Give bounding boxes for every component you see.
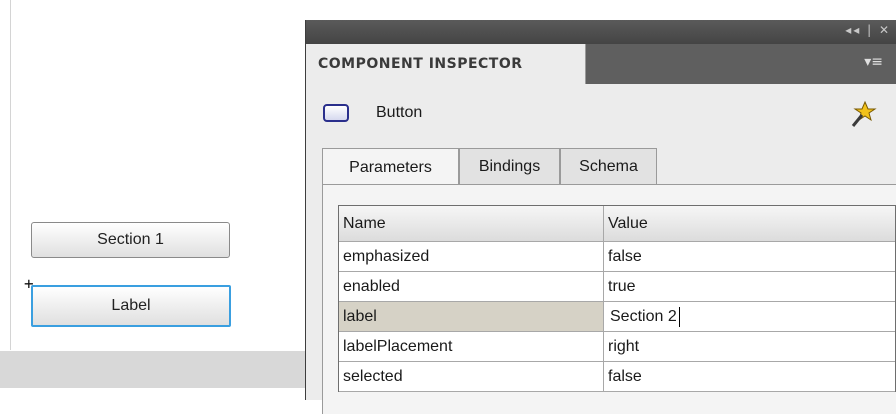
grid-header-row: Name Value xyxy=(339,206,895,242)
param-value[interactable]: right xyxy=(604,332,895,361)
tab-parameters[interactable]: Parameters xyxy=(322,148,459,186)
param-value[interactable]: true xyxy=(604,272,895,301)
param-name: selected xyxy=(339,362,604,391)
panel-titlebar[interactable]: ◂◂ | ✕ xyxy=(306,20,896,44)
table-row[interactable]: enabled true xyxy=(339,272,895,302)
panel-collapse-close-icons[interactable]: ◂◂ | ✕ xyxy=(845,23,891,37)
tab-schema[interactable]: Schema xyxy=(560,148,657,184)
label-value-input[interactable]: Section 2 xyxy=(608,302,895,331)
param-name: labelPlacement xyxy=(339,332,604,361)
text-caret xyxy=(678,306,680,327)
column-header-name[interactable]: Name xyxy=(339,206,604,241)
param-name: enabled xyxy=(339,272,604,301)
stage-button-section1[interactable]: Section 1 xyxy=(31,222,230,258)
panel-tabstrip: COMPONENT INSPECTOR ▾≡ xyxy=(306,44,896,84)
tab-bindings[interactable]: Bindings xyxy=(459,148,560,184)
column-header-value[interactable]: Value xyxy=(604,206,895,241)
stage-button-label: Section 1 xyxy=(97,231,164,248)
table-row[interactable]: emphasized false xyxy=(339,242,895,272)
behavior-wand-icon[interactable] xyxy=(849,100,877,128)
parameters-pane: Name Value emphasized false enabled true… xyxy=(322,184,896,414)
param-value[interactable]: false xyxy=(604,242,895,271)
table-row-selected[interactable]: label Section 2 xyxy=(339,302,895,332)
stage-button-selected[interactable]: Label xyxy=(31,285,231,327)
param-value-editor[interactable]: Section 2 xyxy=(604,302,895,331)
tab-component-inspector[interactable]: COMPONENT INSPECTOR xyxy=(306,44,586,84)
param-name: emphasized xyxy=(339,242,604,271)
component-name: Button xyxy=(376,104,423,121)
component-header: Button xyxy=(306,96,896,136)
stage-edge xyxy=(10,0,11,350)
param-value[interactable]: false xyxy=(604,362,895,391)
parameters-grid: Name Value emphasized false enabled true… xyxy=(338,205,896,392)
stage-button-label: Label xyxy=(111,297,151,314)
label-value-text: Section 2 xyxy=(610,307,677,325)
button-component-icon xyxy=(323,104,349,122)
component-inspector-panel: ◂◂ | ✕ COMPONENT INSPECTOR ▾≡ Button Par… xyxy=(305,20,896,414)
param-name: label xyxy=(339,302,604,331)
table-row[interactable]: labelPlacement right xyxy=(339,332,895,362)
panel-menu-icon[interactable]: ▾≡ xyxy=(864,54,883,70)
